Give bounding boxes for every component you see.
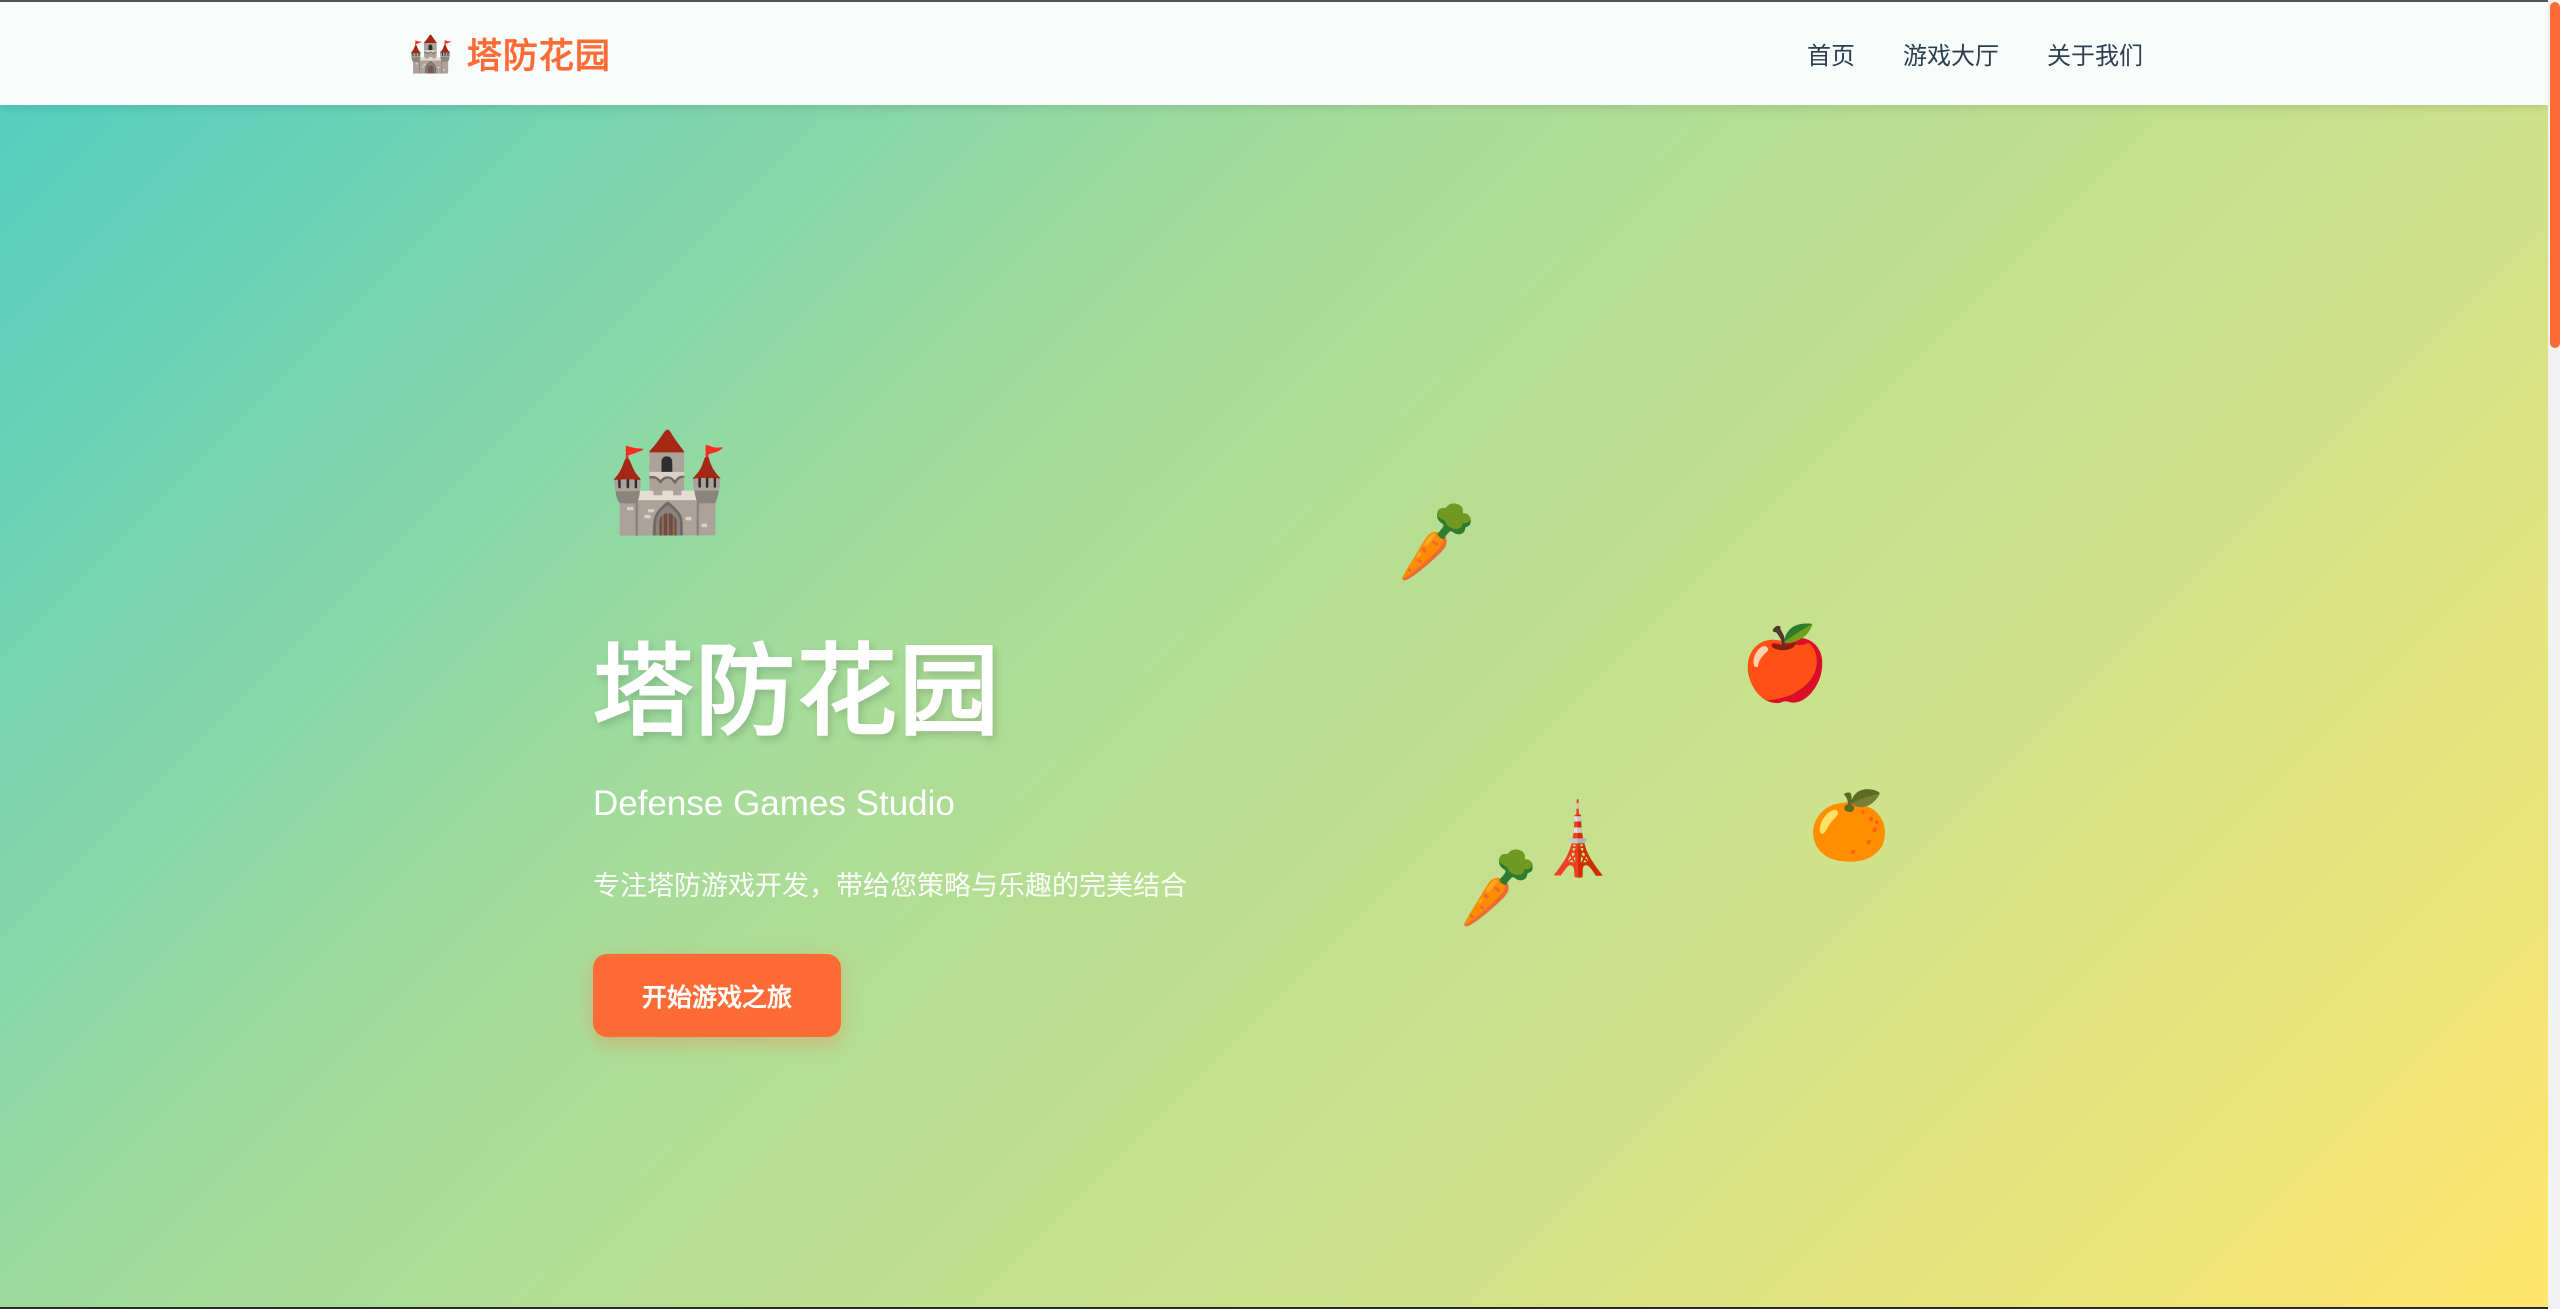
nav-link-home[interactable]: 首页 (1807, 36, 1855, 71)
hero-subtitle: Defense Games Studio (593, 784, 955, 823)
main-nav: 首页 游戏大厅 关于我们 (1807, 36, 2143, 71)
brand-title: 塔防花园 (466, 37, 611, 76)
nav-link-game-hall[interactable]: 游戏大厅 (1903, 36, 1999, 71)
brand-logo[interactable]: 🏰 塔防花园 (408, 28, 611, 79)
carrot-icon: 🥕 (1385, 495, 1486, 587)
tower-icon: 🗼 (1534, 800, 1622, 878)
hero-description: 专注塔防游戏开发，带给您策略与乐趣的完美结合 (593, 871, 1187, 901)
site-header: 🏰 塔防花园 首页 游戏大厅 关于我们 (0, 0, 2548, 105)
orange-icon: 🍊 (1808, 788, 1891, 862)
carrot-icon: 🥕 (1447, 841, 1548, 933)
scrollbar-thumb[interactable] (2550, 2, 2560, 348)
scrollbar-track[interactable] (2548, 0, 2560, 1309)
hero-castle-icon: 🏰 (606, 426, 729, 536)
hero-title: 塔防花园 (593, 636, 1001, 748)
castle-icon: 🏰 (408, 32, 453, 74)
page-viewport: 🏰 塔防花园 首页 游戏大厅 关于我们 🏰 塔防花园 Defense Games… (0, 0, 2548, 1307)
nav-link-about-us[interactable]: 关于我们 (2047, 36, 2143, 71)
apple-icon: 🍎 (1740, 624, 1830, 704)
start-game-button[interactable]: 开始游戏之旅 (593, 954, 841, 1037)
